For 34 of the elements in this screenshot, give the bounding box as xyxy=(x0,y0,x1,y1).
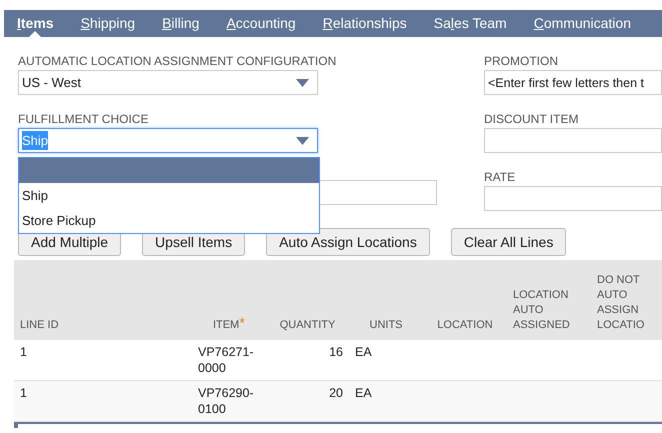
tab[interactable]: Sales Team xyxy=(434,10,507,37)
column-header: DO NOT AUTO ASSIGN LOCATIO xyxy=(597,274,644,331)
table-cell: 1 xyxy=(20,386,27,400)
tab[interactable]: Shipping xyxy=(80,10,136,37)
table-cell-text: VP76271-0000 xyxy=(198,344,255,376)
column-header: LOCATION xyxy=(437,319,493,331)
select-field[interactable]: US - West xyxy=(18,70,318,95)
field-label: PROMOTION xyxy=(484,54,559,68)
column-header: UNITS xyxy=(370,319,402,331)
select-field[interactable]: Ship xyxy=(18,128,318,153)
column-header: LINE ID xyxy=(20,319,59,331)
dropdown-option[interactable]: Ship xyxy=(19,183,319,208)
column-header: LOCATION AUTO ASSIGNED xyxy=(513,289,570,331)
table-cell: 1 xyxy=(20,345,27,359)
action-button[interactable]: Auto Assign Locations xyxy=(266,228,430,256)
field-label: RATE xyxy=(484,170,516,184)
field-label: AUTOMATIC LOCATION ASSIGNMENT CONFIGURATION xyxy=(18,54,338,68)
table-cell-text: VP76290-0100 xyxy=(198,385,255,417)
field-label: DISCOUNT ITEM xyxy=(484,112,580,126)
tab[interactable]: Relationships xyxy=(322,10,407,37)
table-cell: EA xyxy=(355,345,372,359)
tab[interactable]: Accounting xyxy=(226,10,296,37)
tab[interactable]: Communication xyxy=(534,10,631,37)
column-header: QUANTITY xyxy=(280,319,336,331)
tab[interactable]: Items xyxy=(17,10,54,37)
field-label: FULFILLMENT CHOICE xyxy=(18,112,150,126)
table-cell: 16 xyxy=(329,345,343,359)
action-button[interactable]: Clear All Lines xyxy=(450,228,566,256)
table-cell: 20 xyxy=(329,386,343,400)
required-mark: * xyxy=(239,315,246,332)
table-cell: EA xyxy=(355,386,372,400)
tab[interactable]: Billing xyxy=(162,10,200,37)
column-header: ITEM xyxy=(212,319,240,331)
input-field[interactable]: <Enter first few letters then t xyxy=(484,70,662,95)
